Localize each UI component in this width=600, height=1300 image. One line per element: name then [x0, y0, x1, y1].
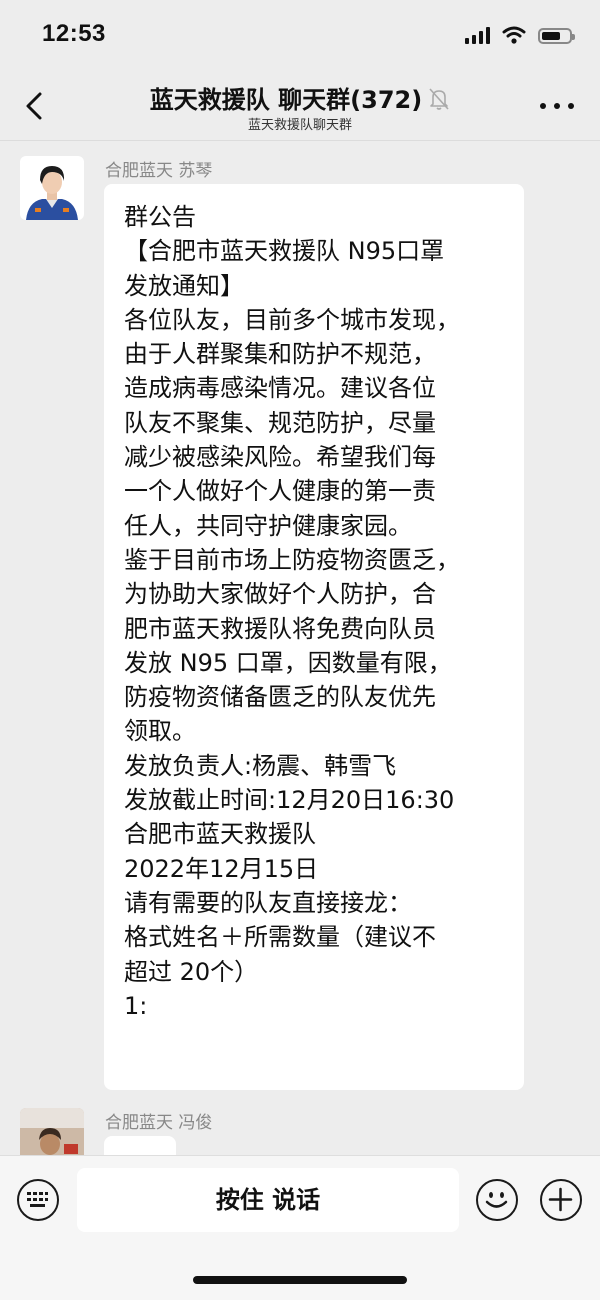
home-indicator[interactable]	[193, 1276, 407, 1284]
status-bar: 12:53	[0, 0, 600, 72]
sender-name: 合肥蓝天 苏琴	[105, 161, 213, 181]
message-line: 请有需要的队友直接接龙：	[124, 888, 412, 917]
wifi-icon	[502, 26, 526, 44]
message-line: 任人，共同守护健康家园。	[124, 511, 412, 540]
message-line: 由于人群聚集和防护不规范，	[124, 340, 436, 369]
hold-to-talk-button[interactable]: 按住 说话	[77, 1168, 459, 1232]
more-dot	[554, 103, 560, 109]
status-time: 12:53	[42, 20, 106, 47]
message-line: 超过 20个）	[124, 957, 259, 986]
chat-title: 蓝天救援队 聊天群(372)	[149, 86, 423, 114]
keyboard-icon	[27, 1192, 48, 1207]
message-line: 造成病毒感染情况。建议各位	[124, 374, 436, 403]
keyboard-button[interactable]	[17, 1179, 59, 1221]
message-line: 发放负责人:杨震、韩雪飞	[124, 751, 397, 780]
message-line: 一个人做好个人健康的第一责	[124, 477, 436, 506]
message-line: 防疫物资储备匮乏的队友优先	[124, 683, 436, 712]
sender-name: 合肥蓝天 冯俊	[105, 1113, 213, 1133]
message-line: 发放 N95 口罩，因数量有限，	[124, 648, 452, 677]
message-line: 发放截止时间:12月20日16:30	[124, 786, 455, 815]
more-dot	[568, 103, 574, 109]
mute-bell-icon	[428, 87, 450, 117]
message-line: 减少被感染风险。希望我们每	[124, 443, 436, 472]
message-line: 领取。	[124, 717, 196, 746]
signal-icon	[465, 26, 490, 44]
status-icons	[465, 26, 575, 44]
message-line: 发放通知】	[124, 271, 244, 300]
message-line: 合肥市蓝天救援队	[124, 820, 316, 849]
chat-title-row: 蓝天救援队 聊天群(372)	[0, 80, 600, 117]
more-functions-button[interactable]	[540, 1179, 582, 1221]
message-line: 队友不聚集、规范防护，尽量	[124, 408, 436, 437]
message-line: 格式姓名＋所需数量（建议不	[124, 923, 436, 952]
message-line: 为协助大家做好个人防护，合	[124, 580, 436, 609]
chat-header: 蓝天救援队 聊天群(372) 蓝天救援队聊天群	[0, 72, 600, 141]
message-line: 各位队友，目前多个城市发现，	[124, 305, 460, 334]
message-line: 【合肥市蓝天救援队 N95口罩	[124, 237, 445, 266]
battery-icon	[538, 28, 575, 44]
input-bar: 按住 说话	[0, 1155, 600, 1300]
message-line: 1:	[124, 991, 148, 1020]
emoji-icon	[485, 1192, 508, 1208]
message-line: 鉴于目前市场上防疫物资匮乏，	[124, 545, 460, 574]
message-bubble[interactable]: 群公告 【合肥市蓝天救援队 N95口罩 发放通知】 各位队友，目前多个城市发现，…	[104, 184, 524, 1090]
message-line: 2022年12月15日	[124, 854, 319, 883]
message-line: 肥市蓝天救援队将免费向队员	[124, 614, 436, 643]
emoji-button[interactable]	[476, 1179, 518, 1221]
more-button[interactable]	[540, 96, 574, 116]
message-line: 群公告	[124, 203, 196, 231]
plus-icon	[548, 1187, 573, 1212]
avatar[interactable]	[20, 156, 84, 220]
chat-subtitle: 蓝天救援队聊天群	[247, 118, 352, 133]
more-dot	[540, 103, 546, 109]
